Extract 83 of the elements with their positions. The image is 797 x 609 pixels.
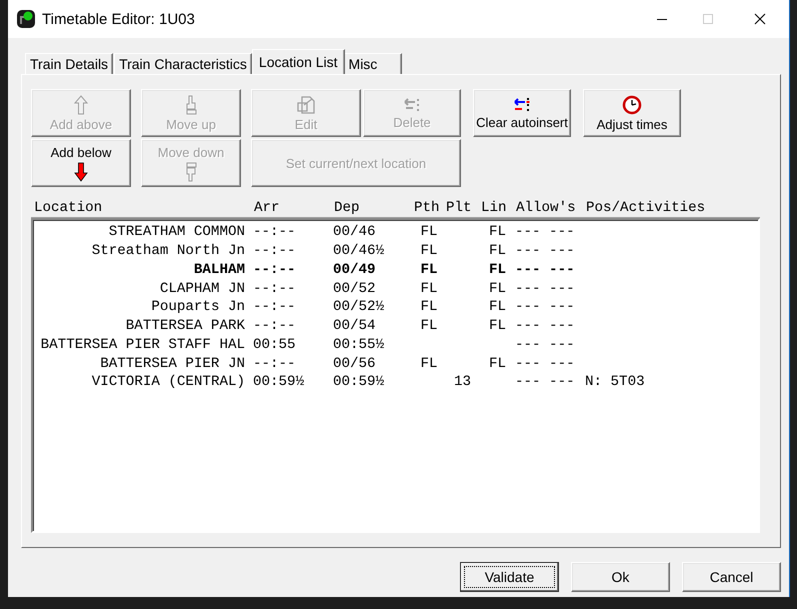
table-cell-text: --:-- [253,318,297,334]
table-cell: FL [488,280,506,297]
hand-icon [184,94,198,114]
table-cell-text: --- --- [515,280,576,297]
table-cell: FL [420,356,438,372]
table-cell: BATTERSEA PIER JN [100,356,245,372]
column-header: Pth [414,200,441,216]
table-cell: FL [488,224,506,240]
table-cell: FL [420,318,438,334]
table-cell-text: 00:59½ [253,374,306,390]
table-cell: BALHAM [194,262,245,278]
table-cell: FL [420,243,438,260]
table-cell-text: --- --- [515,243,576,260]
table-cell-text: 00:59½ [333,374,386,390]
table-cell: FL [420,262,438,278]
up-arrow-icon [74,94,88,114]
dialog-button[interactable]: Cancel [682,562,781,592]
table-cell: Pouparts Jn [151,299,245,316]
table-cell-text: --- --- [515,374,576,390]
table-cell: STREATHAM COMMON [108,224,245,240]
toolbar-button[interactable]: Add below [31,139,131,187]
table-cell-text: 00/54 [333,318,377,334]
table-cell-text: 00/46½ [333,243,386,260]
table-cell: FL [488,356,506,372]
column-header: Allow's [516,200,577,216]
column-header: Dep [334,200,361,216]
table-cell: FL [420,224,438,240]
dialog-button[interactable]: Ok [571,562,670,592]
table-cell: BATTERSEA PIER STAFF HAL [40,336,245,353]
table-cell-text: --:-- [253,243,297,260]
table-cell: FL [488,299,506,316]
insert-arrow-icon [512,96,532,112]
table-cell-text: --- --- [515,224,576,240]
close-icon[interactable] [754,13,766,25]
document-icon [296,94,316,114]
table-cell-text: --- --- [515,336,576,353]
table-cell-text: --:-- [253,224,297,240]
table-cell-text: --:-- [253,299,297,316]
tab[interactable]: Misc [344,53,402,74]
column-header: Plt [446,200,473,216]
column-header: Lin [481,200,508,216]
toolbar-button[interactable]: Adjust times [583,89,681,137]
column-header: Location [34,200,104,216]
table-cell-text: 00/49 [333,262,377,278]
table-cell-text: --- --- [515,299,576,316]
hand-icon [184,162,198,182]
table-cell: FL [488,243,506,260]
table-cell: FL [488,318,506,334]
table-cell: 13 [454,374,472,390]
table-cell-text: --- --- [515,318,576,334]
table-cell-text: N: 5T03 [585,374,646,390]
app-icon [17,10,35,28]
tab[interactable]: Train Details [25,53,114,74]
table-cell-text: --:-- [253,262,297,278]
default-button[interactable]: Validate [460,562,559,592]
table-cell: CLAPHAM JN [160,280,245,297]
table-cell-text: --:-- [253,280,297,297]
tab[interactable]: Train Characteristics [114,53,252,74]
dashes-icon [402,96,422,112]
column-header: Arr [254,200,281,216]
table-cell: FL [488,262,506,278]
tab[interactable]: Location List [252,49,345,74]
table-cell-text: 00/52½ [333,299,386,316]
table-cell: BATTERSEA PARK [126,318,245,334]
table-cell: VICTORIA (CENTRAL) [92,374,245,390]
window-title: Timetable Editor: 1U03 [42,10,195,28]
column-header: Pos/Activities [586,200,706,216]
table-cell-text: 00:55½ [333,336,386,353]
table-cell: FL [420,280,438,297]
table-cell-text: 00/52 [333,280,377,297]
table-cell-text: --- --- [515,356,576,372]
table-cell-text: 00:55 [253,336,297,353]
clock-icon [622,94,642,114]
table-cell-text: --- --- [515,262,576,278]
toolbar-button[interactable]: Clear autoinsert [473,89,571,137]
maximize-icon [703,14,713,24]
table-cell-text: 00/46 [333,224,377,240]
down-arrow-icon [74,162,88,182]
table-cell-text: 00/56 [333,356,377,372]
table-cell-text: --:-- [253,356,297,372]
minimize-icon[interactable] [657,18,667,20]
table-cell: Streatham North Jn [92,243,245,260]
table-cell: FL [420,299,438,316]
